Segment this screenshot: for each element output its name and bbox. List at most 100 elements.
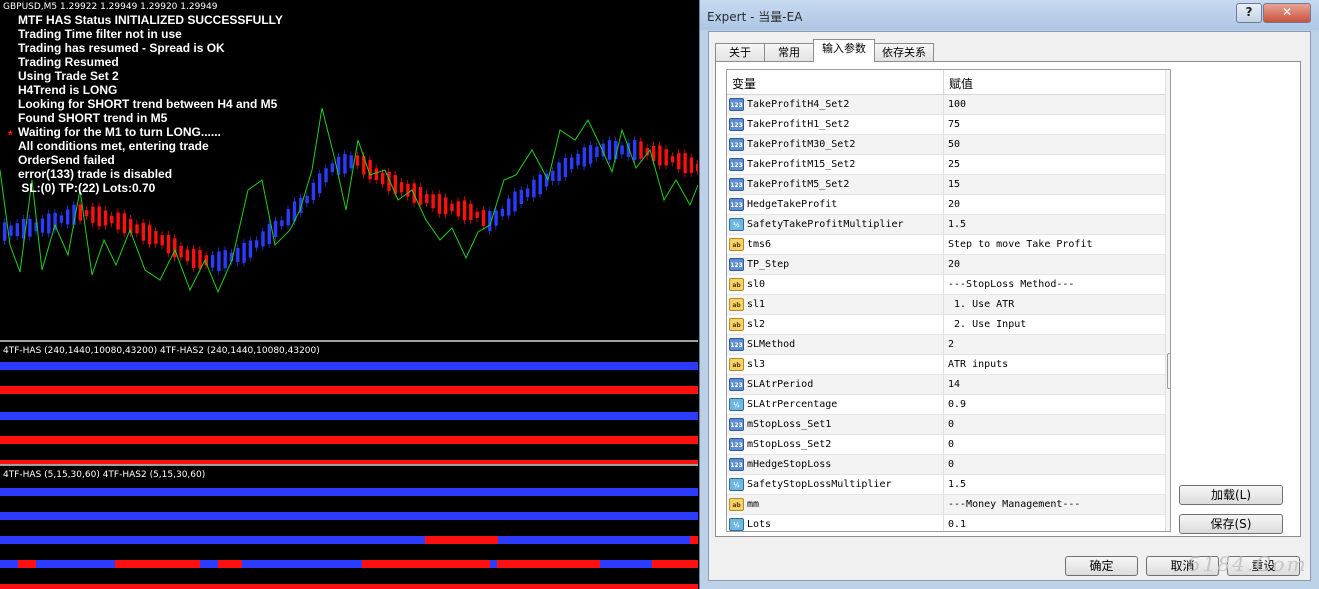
param-value[interactable]: 14 <box>948 379 960 390</box>
expert-properties-dialog: Expert - 当量-EA ? ✕ 关于 常用 输入参数 依存关系 变量 赋值… <box>699 0 1319 589</box>
param-name: SLAtrPercentage <box>747 399 838 410</box>
param-value[interactable]: 0.9 <box>948 399 966 410</box>
ha-bar-segment <box>0 512 698 520</box>
param-value[interactable]: 2. Use Input <box>948 319 1026 330</box>
param-row[interactable]: 123 TakeProfitH1_Set2 75 <box>727 115 1165 135</box>
load-button[interactable]: 加载(L) <box>1179 485 1283 505</box>
param-value[interactable]: 1. Use ATR <box>948 299 1014 310</box>
ha-candle <box>179 241 183 262</box>
param-name: TP_Step <box>747 259 790 270</box>
ha-bar-segment <box>0 412 698 420</box>
double-type-icon: ½ <box>729 218 744 231</box>
ha-candle <box>255 236 259 252</box>
ha-candle <box>664 145 668 170</box>
param-value[interactable]: 25 <box>948 159 960 170</box>
param-row[interactable]: 123 SLAtrPeriod 14 <box>727 375 1165 395</box>
param-row[interactable]: 123 TP_Step 20 <box>727 255 1165 275</box>
ha-candle <box>570 153 574 174</box>
param-row[interactable]: ab sl0 ---StopLoss Method--- <box>727 275 1165 295</box>
param-value[interactable]: 20 <box>948 259 960 270</box>
param-row[interactable]: 123 TakeProfitH4_Set2 100 <box>727 95 1165 115</box>
indicator-pane-long-tf[interactable]: 4TF-HAS (240,1440,10080,43200) 4TF-HAS2 … <box>0 342 698 464</box>
param-value[interactable]: 2 <box>948 339 954 350</box>
param-value[interactable]: ---StopLoss Method--- <box>948 279 1074 290</box>
param-name: TakeProfitH4_Set2 <box>747 99 850 110</box>
ha-candle <box>633 136 637 164</box>
param-value[interactable]: 0 <box>948 459 954 470</box>
param-value[interactable]: 0 <box>948 419 954 430</box>
vertical-scrollbar[interactable]: ▲ ▼ <box>1165 70 1170 531</box>
param-value[interactable]: 0.1 <box>948 519 966 530</box>
scroll-up-icon[interactable]: ▲ <box>1168 72 1170 84</box>
param-row[interactable]: 123 TakeProfitM30_Set2 50 <box>727 135 1165 155</box>
param-value[interactable]: Step to move Take Profit <box>948 239 1093 250</box>
ok-button[interactable]: 确定 <box>1065 556 1138 576</box>
param-row[interactable]: ½ SafetyStopLossMultiplier 1.5 <box>727 475 1165 495</box>
ha-bar-segment <box>652 560 698 568</box>
dialog-title-bar[interactable]: Expert - 当量-EA ? ✕ <box>700 0 1319 30</box>
ha-candle <box>330 159 334 177</box>
tab-inputs[interactable]: 输入参数 <box>813 39 875 62</box>
save-button[interactable]: 保存(S) <box>1179 514 1283 534</box>
indicator-pane-short-tf[interactable]: 4TF-HAS (5,15,30,60) 4TF-HAS2 (5,15,30,6… <box>0 466 698 589</box>
price-pane[interactable]: GBPUSD,M5 1.29922 1.29949 1.29920 1.2994… <box>0 0 698 340</box>
ha-candle <box>286 205 290 230</box>
chart-window[interactable]: GBPUSD,M5 1.29922 1.29949 1.29920 1.2994… <box>0 0 698 589</box>
ha-bar-segment <box>445 536 498 544</box>
param-value[interactable]: 20 <box>948 199 960 210</box>
param-value[interactable]: 75 <box>948 119 960 130</box>
param-row[interactable]: 123 TakeProfitM5_Set2 15 <box>727 175 1165 195</box>
param-row[interactable]: ab sl2 2. Use Input <box>727 315 1165 335</box>
column-header-variable[interactable]: 变量 <box>732 75 756 92</box>
param-row[interactable]: 123 mStopLoss_Set2 0 <box>727 435 1165 455</box>
param-value[interactable]: 100 <box>948 99 966 110</box>
ha-candle <box>223 246 227 273</box>
param-value[interactable]: 0 <box>948 439 954 450</box>
param-row[interactable]: 123 SLMethod 2 <box>727 335 1165 355</box>
param-value[interactable]: ATR inputs <box>948 359 1008 370</box>
ha-candle <box>525 184 530 202</box>
log-line: H4Trend is LONG <box>18 83 118 97</box>
param-row[interactable]: 123 HedgeTakeProfit 20 <box>727 195 1165 215</box>
column-divider[interactable] <box>943 70 944 94</box>
symbol-quote-line: GBPUSD,M5 1.29922 1.29949 1.29920 1.2994… <box>3 2 218 12</box>
param-value[interactable]: 15 <box>948 179 960 190</box>
ha-bar-segment <box>18 560 36 568</box>
param-row[interactable]: ½ SafetyTakeProfitMultiplier 1.5 <box>727 215 1165 235</box>
param-value[interactable]: ---Money Management--- <box>948 499 1080 510</box>
help-button[interactable]: ? <box>1236 3 1262 23</box>
param-row[interactable]: 123 TakeProfitM15_Set2 25 <box>727 155 1165 175</box>
ha-candle <box>607 136 612 164</box>
param-row[interactable]: ab tms6 Step to move Take Profit <box>727 235 1165 255</box>
tab-common[interactable]: 常用 <box>764 43 814 61</box>
string-type-icon: ab <box>729 278 744 291</box>
indicator-bars-short-tf <box>0 488 698 589</box>
ha-candle <box>683 149 687 178</box>
param-row[interactable]: ab sl1 1. Use ATR <box>727 295 1165 315</box>
param-row[interactable]: ab mm ---Money Management--- <box>727 495 1165 515</box>
ha-bar-segment <box>0 536 425 544</box>
string-type-icon: ab <box>729 358 744 371</box>
tab-dependencies[interactable]: 依存关系 <box>874 43 934 61</box>
column-header-value[interactable]: 赋值 <box>949 75 973 92</box>
param-value[interactable]: 50 <box>948 139 960 150</box>
ha-bar-segment <box>490 560 497 568</box>
param-row[interactable]: ½ SLAtrPercentage 0.9 <box>727 395 1165 415</box>
close-button[interactable]: ✕ <box>1263 3 1311 23</box>
scroll-down-icon[interactable]: ▼ <box>1168 517 1170 529</box>
ha-candle <box>551 166 555 185</box>
param-row[interactable]: ½ Lots 0.1 <box>727 515 1165 531</box>
tab-about[interactable]: 关于 <box>715 43 765 61</box>
param-value[interactable]: 1.5 <box>948 479 966 490</box>
log-line: Looking for SHORT trend between H4 and M… <box>18 97 278 111</box>
ha-candle <box>135 220 139 238</box>
param-row[interactable]: 123 mHedgeStopLoss 0 <box>727 455 1165 475</box>
param-row[interactable]: 123 mStopLoss_Set1 0 <box>727 415 1165 435</box>
current-step-marker: * <box>8 128 13 142</box>
ha-candle <box>343 149 347 178</box>
close-icon: ✕ <box>1281 5 1293 19</box>
param-row[interactable]: ab sl3 ATR inputs <box>727 355 1165 375</box>
scroll-thumb[interactable] <box>1167 353 1170 389</box>
ha-bar-segment <box>218 560 242 568</box>
param-value[interactable]: 1.5 <box>948 219 966 230</box>
